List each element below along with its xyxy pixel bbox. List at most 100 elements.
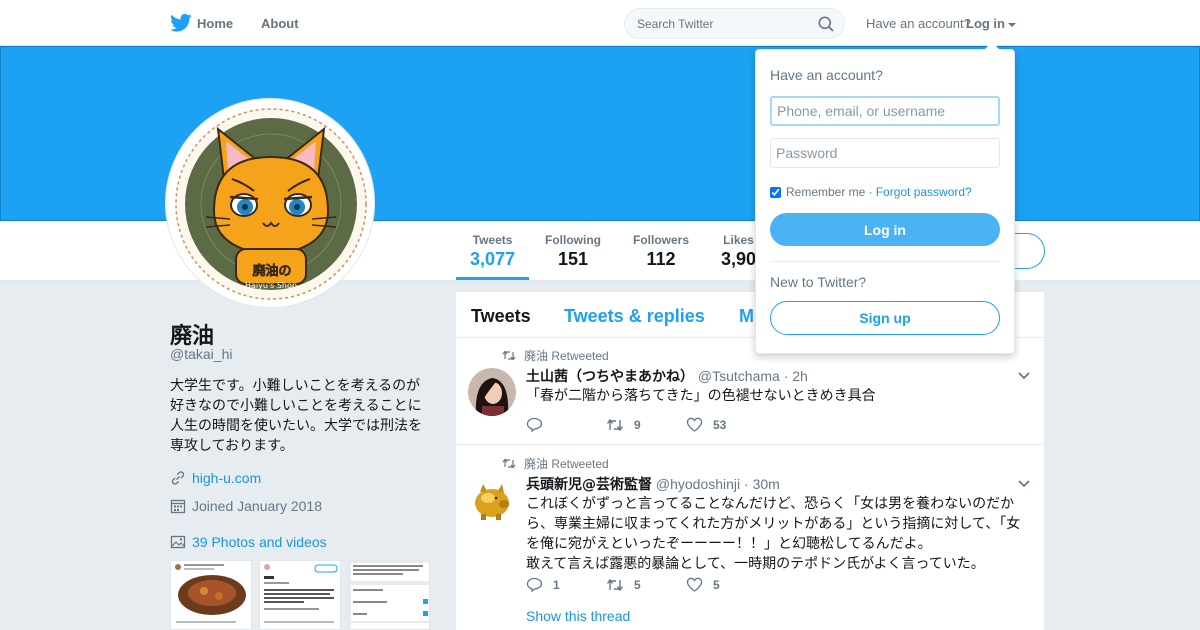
- search-box: [624, 8, 845, 39]
- cat-avatar-image: 廃油の Haiyu's Shop: [175, 108, 367, 300]
- like-count: 5: [713, 577, 720, 592]
- tweet-display-name[interactable]: 兵頭新児@芸術監督: [526, 477, 652, 493]
- stat-likes[interactable]: Likes 3,90: [721, 233, 756, 270]
- show-thread-link[interactable]: Show this thread: [526, 608, 630, 624]
- dropdown-title: Have an account?: [770, 67, 883, 83]
- media-thumbnail[interactable]: [348, 560, 430, 630]
- retweet-context: 廃油 Retweeted: [502, 455, 609, 472]
- media-thumbnail[interactable]: [170, 560, 252, 630]
- stat-label: Followers: [633, 233, 690, 247]
- have-account-text: Have an account?: [866, 16, 971, 31]
- thumbnail-image: [171, 561, 251, 629]
- photos-videos-row: 39 Photos and videos: [170, 534, 327, 550]
- login-button[interactable]: Log in: [770, 213, 1000, 246]
- retweet-icon: [606, 418, 624, 431]
- profile-url-row: high-u.com: [170, 470, 261, 486]
- reply-icon: [526, 577, 543, 592]
- tweet-screen-name[interactable]: @hyodoshinji: [656, 476, 740, 492]
- thumbnail-image: [349, 561, 429, 629]
- signup-button[interactable]: Sign up: [770, 301, 1000, 335]
- tab-media[interactable]: M: [739, 306, 754, 327]
- like-action[interactable]: 53: [686, 417, 766, 432]
- tweet-text: 「春が二階から落ちてきた」の色褪せないときめき具合: [526, 388, 876, 404]
- chevron-down-icon[interactable]: [1018, 372, 1030, 380]
- stat-value: 3,077: [470, 249, 516, 269]
- nav-about-link[interactable]: About: [261, 16, 299, 31]
- tab-tweets-replies[interactable]: Tweets & replies: [564, 306, 705, 327]
- profile-joined: Joined January 2018: [192, 498, 322, 514]
- retweet-context-text: 廃油 Retweeted: [524, 349, 609, 363]
- retweet-icon: [502, 458, 516, 469]
- tweet-actions: 9 53: [526, 417, 766, 432]
- profile-joined-row: Joined January 2018: [170, 498, 322, 514]
- heart-icon: [686, 417, 703, 432]
- avatar-stamp-sub: Haiyu's Shop: [245, 281, 297, 290]
- tweet-header: 兵頭新児@芸術監督 @hyodoshinji · 30m: [526, 474, 780, 494]
- stat-value: 112: [646, 249, 676, 269]
- tweet-timestamp[interactable]: · 30m: [744, 476, 780, 492]
- tweet-text: これぼくがずっと言ってることなんだけど、恐らく「女は男を養わないのだから、専業主…: [526, 496, 1021, 572]
- avatar-photo: [468, 368, 516, 416]
- calendar-icon: [170, 499, 186, 514]
- search-icon[interactable]: [818, 16, 834, 32]
- retweet-context-text: 廃油 Retweeted: [524, 457, 609, 471]
- link-icon: [171, 471, 185, 485]
- chevron-down-icon[interactable]: [1018, 480, 1030, 488]
- tab-tweets[interactable]: Tweets: [471, 306, 531, 327]
- tweet-timestamp[interactable]: · 2h: [784, 368, 808, 384]
- twitter-bird-icon[interactable]: [170, 13, 192, 33]
- stat-following[interactable]: Following 151: [545, 233, 601, 270]
- profile-avatar[interactable]: 廃油の Haiyu's Shop: [165, 98, 375, 308]
- username-input[interactable]: [770, 96, 1000, 126]
- retweet-count: 9: [634, 417, 641, 432]
- heart-icon: [686, 577, 703, 592]
- profile-url-link[interactable]: high-u.com: [192, 470, 261, 486]
- tweet-screen-name[interactable]: @Tsutchama: [698, 368, 780, 384]
- nav-home-link[interactable]: Home: [197, 16, 233, 31]
- divider: [770, 261, 1000, 262]
- caret-down-icon: [1008, 22, 1016, 27]
- stat-tweets[interactable]: Tweets 3,077: [455, 233, 530, 280]
- retweet-action[interactable]: 5: [606, 578, 686, 592]
- stat-label: Tweets: [472, 233, 513, 247]
- thumbnail-image: [260, 561, 340, 629]
- stat-value: 3,90: [721, 249, 757, 269]
- reply-icon: [526, 417, 543, 432]
- retweet-icon: [502, 350, 516, 361]
- login-toggle-label: Log in: [966, 16, 1005, 31]
- remember-row: Remember me · Forgot password?: [770, 185, 972, 199]
- remember-me-checkbox[interactable]: [770, 186, 781, 198]
- reply-action[interactable]: 1: [526, 577, 606, 592]
- photo-icon: [170, 535, 186, 549]
- reply-count: 1: [553, 577, 560, 592]
- tweet-avatar[interactable]: [468, 368, 516, 416]
- forgot-password-link[interactable]: Forgot password?: [876, 185, 972, 199]
- retweet-action[interactable]: 9: [606, 418, 686, 432]
- retweet-context: 廃油 Retweeted: [502, 347, 609, 364]
- reply-action[interactable]: [526, 417, 606, 432]
- tweet-avatar[interactable]: [468, 476, 516, 524]
- stat-followers[interactable]: Followers 112: [633, 233, 689, 270]
- avatar-gold-pig: [468, 476, 516, 524]
- tweet[interactable]: 廃油 Retweeted 兵頭新児@芸術監督 @hyodoshinji · 30…: [456, 446, 1044, 630]
- retweet-icon: [606, 578, 624, 591]
- stat-label: Likes: [723, 233, 754, 247]
- top-nav: Home About Have an account? Log in: [0, 0, 1200, 46]
- avatar-stamp-text: 廃油の: [251, 263, 291, 279]
- media-thumbnails: [170, 560, 430, 630]
- tweet[interactable]: 廃油 Retweeted 土山茜（つちやまあかね） @Tsutchama · 2…: [456, 338, 1044, 445]
- login-dropdown: Have an account? Remember me · Forgot pa…: [755, 42, 1015, 354]
- new-to-twitter-text: New to Twitter?: [770, 274, 867, 290]
- stat-value: 151: [557, 249, 589, 269]
- password-input[interactable]: [770, 138, 1000, 168]
- retweet-count: 5: [634, 577, 641, 592]
- search-input[interactable]: [625, 9, 805, 38]
- profile-handle[interactable]: @takai_hi: [170, 346, 232, 362]
- media-thumbnail[interactable]: [259, 560, 341, 630]
- login-dropdown-toggle[interactable]: Log in: [966, 16, 1016, 31]
- tweet-display-name[interactable]: 土山茜（つちやまあかね）: [526, 369, 694, 385]
- stat-label: Following: [545, 233, 601, 247]
- profile-bio: 大学生です。小難しいことを考えるのが好きなので小難しいことを考えることに人生の時…: [170, 378, 422, 454]
- like-action[interactable]: 5: [686, 577, 766, 592]
- photos-videos-link[interactable]: 39 Photos and videos: [192, 534, 327, 550]
